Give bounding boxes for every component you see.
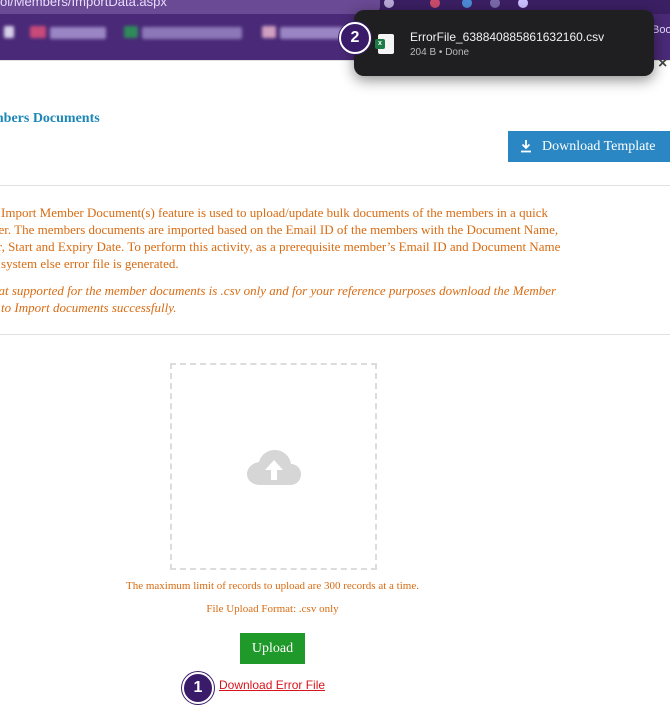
description-line: e system else error file is generated. xyxy=(0,256,179,271)
description-line: er, Start and Expiry Date. To perform th… xyxy=(0,239,561,254)
note-line: e to Import documents successfully. xyxy=(0,300,177,315)
cloud-upload-icon xyxy=(247,450,301,485)
description-line: e Import Member Document(s) feature is u… xyxy=(0,205,548,220)
blurred-bookmark[interactable] xyxy=(262,26,276,38)
blurred-bookmark[interactable] xyxy=(4,26,14,38)
extension-icon[interactable] xyxy=(490,0,500,8)
address-bar[interactable]: ol/Members/ImportData.aspx xyxy=(0,0,380,14)
feature-description: e Import Member Document(s) feature is u… xyxy=(0,204,670,272)
bookmark-star-icon[interactable] xyxy=(384,0,394,8)
blurred-bookmark[interactable] xyxy=(142,27,242,39)
download-icon xyxy=(521,140,531,153)
extension-icon[interactable] xyxy=(430,0,440,8)
address-bar-text: ol/Members/ImportData.aspx xyxy=(0,0,167,9)
download-file-name[interactable]: ErrorFile_638840885861632160.csv xyxy=(410,30,604,44)
step-marker-2: 2 xyxy=(339,22,371,54)
excel-badge: x xyxy=(375,39,385,49)
blurred-bookmark[interactable] xyxy=(124,26,138,38)
step-marker-1: 1 xyxy=(182,672,214,704)
close-icon[interactable]: × xyxy=(658,56,670,72)
upload-limit-text: The maximum limit of records to upload a… xyxy=(126,580,419,592)
divider xyxy=(0,334,670,335)
csv-file-icon: x xyxy=(375,34,394,54)
download-file-meta: 204 B • Done xyxy=(410,47,470,58)
bookmark-label[interactable]: Boo xyxy=(652,24,670,36)
extension-icon[interactable] xyxy=(518,0,528,8)
file-format-text: File Upload Format: .csv only xyxy=(206,603,339,615)
download-error-file-link[interactable]: Download Error File xyxy=(219,678,325,692)
blurred-bookmark[interactable] xyxy=(30,26,46,38)
download-popup: x ErrorFile_638840885861632160.csv 204 B… xyxy=(354,10,654,76)
blurred-bookmark[interactable] xyxy=(50,27,106,39)
file-drop-zone[interactable] xyxy=(170,363,377,570)
note-line: nat supported for the member documents i… xyxy=(0,283,557,298)
extension-icon[interactable] xyxy=(462,0,472,8)
upload-button[interactable]: Upload xyxy=(240,633,305,664)
download-template-button[interactable]: Download Template xyxy=(508,131,670,162)
format-note: nat supported for the member documents i… xyxy=(0,282,670,316)
download-template-label: Download Template xyxy=(542,139,656,154)
divider xyxy=(0,185,670,186)
description-line: ner. The members documents are imported … xyxy=(0,222,559,237)
page-title: mbers Documents xyxy=(0,111,100,126)
